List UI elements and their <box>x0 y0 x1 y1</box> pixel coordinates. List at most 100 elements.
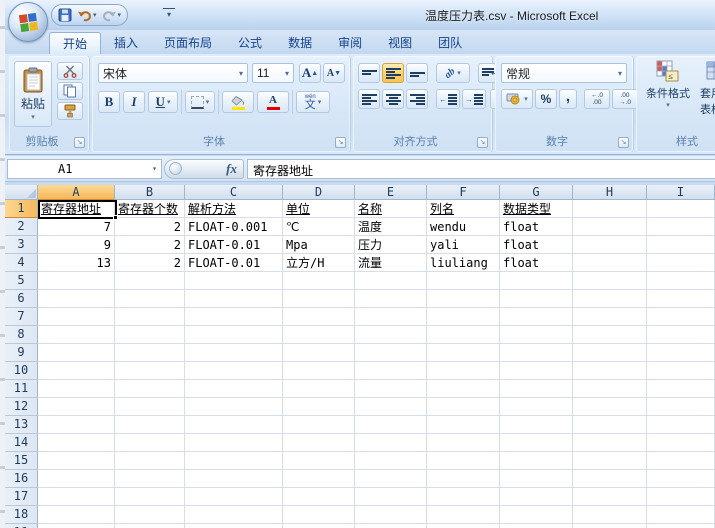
row-header-8[interactable]: 8 <box>5 326 38 344</box>
cell-F9[interactable] <box>427 344 500 362</box>
cell-I8[interactable] <box>647 326 715 344</box>
cell-C1[interactable]: 解析方法 <box>185 200 283 218</box>
cell-A16[interactable] <box>38 470 115 488</box>
paste-dropdown-arrow[interactable]: ▾ <box>31 113 35 121</box>
cell-G8[interactable] <box>500 326 573 344</box>
cell-F10[interactable] <box>427 362 500 380</box>
cell-B4[interactable]: 2 <box>115 254 185 272</box>
cell-I10[interactable] <box>647 362 715 380</box>
fill-color-button[interactable] <box>222 91 254 113</box>
cell-C13[interactable] <box>185 416 283 434</box>
tab-page-layout[interactable]: 页面布局 <box>151 32 225 54</box>
cell-A17[interactable] <box>38 488 115 506</box>
formula-input[interactable]: 寄存器地址 <box>247 158 715 179</box>
column-header-I[interactable]: I <box>647 185 715 200</box>
cell-F6[interactable] <box>427 290 500 308</box>
cell-F17[interactable] <box>427 488 500 506</box>
cell-I4[interactable] <box>647 254 715 272</box>
cell-I1[interactable] <box>647 200 715 218</box>
cell-H8[interactable] <box>573 326 647 344</box>
tab-team[interactable]: 团队 <box>425 32 475 54</box>
cell-E14[interactable] <box>355 434 427 452</box>
cell-B12[interactable] <box>115 398 185 416</box>
row-header-16[interactable]: 16 <box>5 470 38 488</box>
cell-C19[interactable] <box>185 524 283 528</box>
tab-formulas[interactable]: 公式 <box>225 32 275 54</box>
decrease-indent-button[interactable]: ← <box>436 89 460 109</box>
cell-A18[interactable] <box>38 506 115 524</box>
cell-E15[interactable] <box>355 452 427 470</box>
undo-dropdown-arrow[interactable]: ▾ <box>93 11 97 19</box>
cell-H14[interactable] <box>573 434 647 452</box>
align-right-button[interactable] <box>406 89 428 109</box>
cell-A9[interactable] <box>38 344 115 362</box>
borders-dropdown-arrow[interactable]: ▾ <box>206 98 210 106</box>
cell-C12[interactable] <box>185 398 283 416</box>
underline-dropdown-arrow[interactable]: ▾ <box>167 98 171 106</box>
cell-G13[interactable] <box>500 416 573 434</box>
cell-H15[interactable] <box>573 452 647 470</box>
cell-G7[interactable] <box>500 308 573 326</box>
cell-B6[interactable] <box>115 290 185 308</box>
font-size-dropdown-arrow[interactable]: ▾ <box>285 69 289 78</box>
cell-D4[interactable]: 立方/H <box>283 254 355 272</box>
formula-bar-handle[interactable] <box>169 162 182 175</box>
cell-A12[interactable] <box>38 398 115 416</box>
cell-B19[interactable] <box>115 524 185 528</box>
cell-G3[interactable]: float <box>500 236 573 254</box>
cut-button[interactable] <box>57 62 83 80</box>
accounting-format-button[interactable]: ▾ <box>501 89 533 109</box>
cell-D13[interactable] <box>283 416 355 434</box>
column-header-F[interactable]: F <box>427 185 500 200</box>
conditional-formatting-dropdown-arrow[interactable]: ▾ <box>666 101 670 109</box>
cell-I16[interactable] <box>647 470 715 488</box>
phonetic-dropdown-arrow[interactable]: ▾ <box>318 98 322 106</box>
cell-F14[interactable] <box>427 434 500 452</box>
cell-E16[interactable] <box>355 470 427 488</box>
font-dialog-launcher[interactable]: ↘ <box>335 137 346 148</box>
cell-G4[interactable]: float <box>500 254 573 272</box>
cell-I12[interactable] <box>647 398 715 416</box>
decrease-decimal-button[interactable]: .00 →.0 <box>612 89 638 109</box>
cell-H4[interactable] <box>573 254 647 272</box>
cell-G17[interactable] <box>500 488 573 506</box>
select-all-button[interactable] <box>5 185 38 200</box>
cell-C4[interactable]: FLOAT-0.01 <box>185 254 283 272</box>
number-format-dropdown-arrow[interactable]: ▾ <box>618 69 622 78</box>
cell-E7[interactable] <box>355 308 427 326</box>
cell-C10[interactable] <box>185 362 283 380</box>
column-header-H[interactable]: H <box>573 185 647 200</box>
cell-C3[interactable]: FLOAT-0.01 <box>185 236 283 254</box>
cell-E8[interactable] <box>355 326 427 344</box>
name-box[interactable]: A1 ▾ <box>7 158 162 179</box>
cell-H11[interactable] <box>573 380 647 398</box>
cell-E13[interactable] <box>355 416 427 434</box>
row-header-13[interactable]: 13 <box>5 416 38 434</box>
cell-D14[interactable] <box>283 434 355 452</box>
cell-D15[interactable] <box>283 452 355 470</box>
paste-button[interactable]: 粘贴 ▾ <box>14 61 52 127</box>
cell-H19[interactable] <box>573 524 647 528</box>
cell-G15[interactable] <box>500 452 573 470</box>
font-name-combobox[interactable]: 宋体 ▾ <box>98 63 248 83</box>
cell-H2[interactable] <box>573 218 647 236</box>
redo-button[interactable]: ▾ <box>102 9 121 22</box>
cell-B8[interactable] <box>115 326 185 344</box>
copy-button[interactable] <box>57 82 83 100</box>
cell-D5[interactable] <box>283 272 355 290</box>
align-middle-button[interactable] <box>382 63 404 83</box>
cell-A8[interactable] <box>38 326 115 344</box>
clipboard-dialog-launcher[interactable]: ↘ <box>74 137 85 148</box>
cell-C17[interactable] <box>185 488 283 506</box>
cell-D16[interactable] <box>283 470 355 488</box>
tab-review[interactable]: 审阅 <box>325 32 375 54</box>
row-header-19[interactable]: 19 <box>5 524 38 528</box>
borders-button[interactable]: ▾ <box>185 91 215 113</box>
accounting-dropdown-arrow[interactable]: ▾ <box>524 95 528 103</box>
row-header-4[interactable]: 4 <box>5 254 38 272</box>
cell-A5[interactable] <box>38 272 115 290</box>
cell-G18[interactable] <box>500 506 573 524</box>
cell-A3[interactable]: 9 <box>38 236 115 254</box>
row-header-11[interactable]: 11 <box>5 380 38 398</box>
column-header-E[interactable]: E <box>355 185 427 200</box>
